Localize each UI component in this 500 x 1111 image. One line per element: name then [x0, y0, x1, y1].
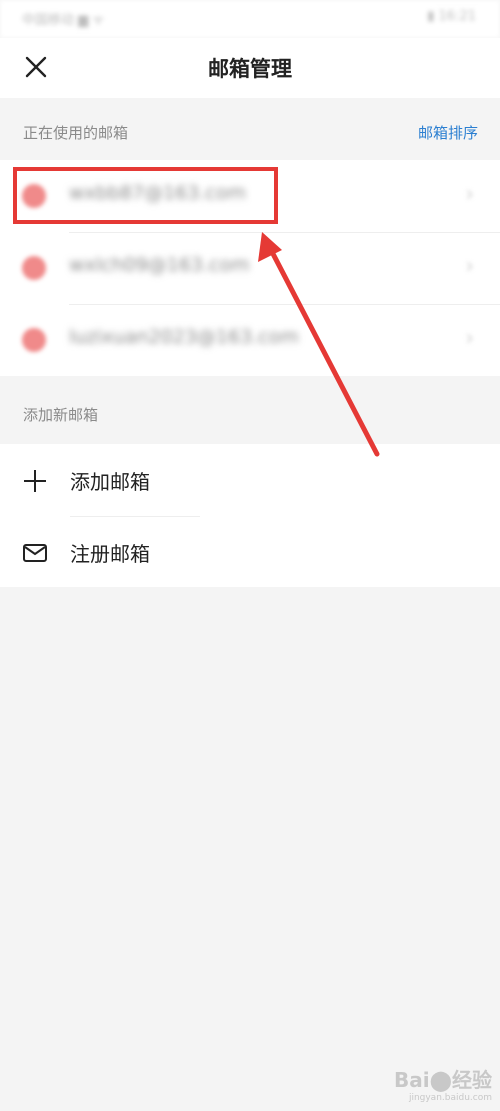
chevron-right-icon: ›	[465, 326, 474, 351]
watermark-text: Bai⬤经验	[394, 1068, 492, 1092]
avatar	[22, 328, 46, 352]
in-use-section-header: 正在使用的邮箱 邮箱排序	[0, 98, 500, 160]
account-address: luzixuan2023@163.com	[69, 326, 299, 348]
in-use-label: 正在使用的邮箱	[23, 124, 129, 142]
add-mailbox-button[interactable]: 添加邮箱	[0, 444, 500, 516]
account-address: wxlch09@163.com	[69, 254, 250, 276]
add-section-header: 添加新邮箱	[0, 380, 500, 442]
sort-mailboxes-link[interactable]: 邮箱排序	[418, 122, 478, 143]
chevron-right-icon: ›	[465, 254, 474, 279]
plus-icon	[22, 468, 48, 494]
carrier-text: 中国移动 ▆ ᯤ	[22, 13, 105, 28]
annotation-highlight-box	[13, 167, 278, 224]
chevron-right-icon: ›	[465, 182, 474, 207]
avatar	[22, 256, 46, 280]
page-title: 邮箱管理	[208, 57, 292, 81]
account-row[interactable]: luzixuan2023@163.com ›	[0, 304, 500, 376]
clock-text: ▮ 16:21	[427, 9, 476, 24]
register-mailbox-button[interactable]: 注册邮箱	[0, 516, 500, 588]
mail-icon	[22, 540, 48, 566]
add-mailbox-label: 添加邮箱	[70, 470, 150, 494]
status-bar: 中国移动 ▆ ᯤ ▮ 16:21	[0, 0, 500, 38]
watermark-logo: Bai⬤经验 jingyan.baidu.com	[394, 1064, 492, 1103]
register-mailbox-label: 注册邮箱	[70, 542, 150, 566]
watermark-url: jingyan.baidu.com	[408, 1093, 492, 1103]
add-section-label: 添加新邮箱	[23, 406, 99, 424]
nav-bar: 邮箱管理	[0, 38, 500, 98]
add-actions-list: 添加邮箱 注册邮箱	[0, 444, 500, 587]
account-row[interactable]: wxlch09@163.com ›	[0, 232, 500, 304]
